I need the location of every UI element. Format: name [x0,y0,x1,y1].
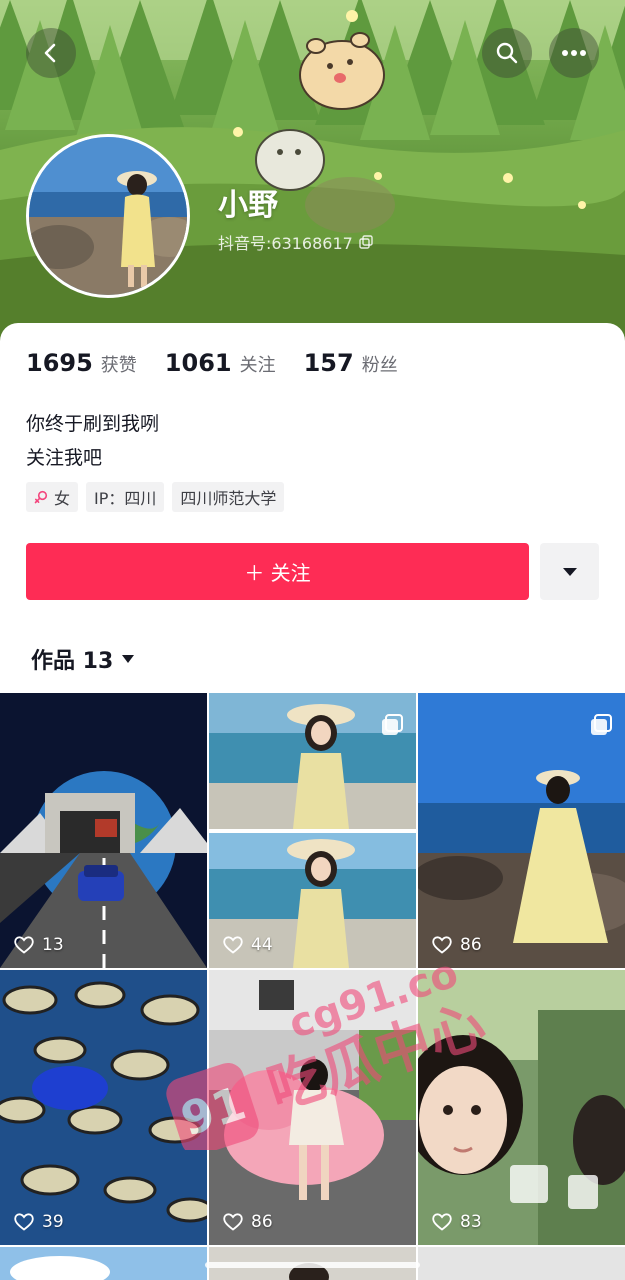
stat-likes-value: 1695 [26,349,93,377]
profile-banner: 小野 抖音号:63168617 [0,0,625,345]
like-count-value: 44 [251,935,273,955]
avatar[interactable] [26,134,190,298]
video-tile[interactable]: 13 [0,693,207,968]
female-icon [34,490,48,504]
bio-line-2: 关注我吧 [26,447,103,469]
video-tile[interactable]: 86 [418,693,625,968]
heart-outline-icon [223,936,243,954]
home-indicator [205,1262,420,1268]
copy-icon[interactable] [359,235,373,249]
like-count-value: 39 [42,1212,64,1232]
like-count: 13 [14,935,64,955]
ip-tag-label: IP：四川 [94,489,157,508]
follow-button[interactable]: ＋ 关注 [26,543,529,600]
heart-outline-icon [14,1213,34,1231]
stats-row: 1695 获赞 1061 关注 157 粉丝 [26,349,426,377]
multi-image-icon [382,714,403,735]
video-thumbnail [0,970,207,1245]
video-tile[interactable] [418,1247,625,1280]
back-button[interactable] [26,28,76,78]
stat-likes-label: 获赞 [100,355,137,376]
video-tile[interactable]: 39 [0,970,207,1245]
heart-outline-icon [432,1213,452,1231]
video-thumbnail [0,693,207,968]
ip-tag: IP：四川 [86,482,165,512]
multi-image-icon [591,714,612,735]
more-dots-icon [562,50,586,56]
chevron-left-icon [44,43,56,63]
stat-followers[interactable]: 157 粉丝 [304,349,398,377]
gender-tag: 女 [26,482,79,512]
bio: 你终于刷到我咧 关注我吧 [26,407,159,475]
like-count: 39 [14,1212,64,1232]
douyin-id-text: 抖音号:63168617 [218,234,353,253]
heart-outline-icon [432,936,452,954]
video-tile[interactable]: 44 [209,693,416,968]
video-thumbnail [209,970,416,1245]
profile-card: 1695 获赞 1061 关注 157 粉丝 你终于刷到我咧 关注我吧 女 IP… [0,323,625,1280]
stat-followers-value: 157 [303,349,354,377]
like-count: 83 [432,1212,482,1232]
like-count-value: 13 [42,935,64,955]
nickname: 小野 [218,188,278,223]
like-count: 44 [223,935,273,955]
video-thumbnail [418,970,625,1245]
tab-works-label: 作品 13 [31,649,114,674]
like-count-value: 83 [460,1212,482,1232]
video-thumbnail [0,1247,207,1280]
caret-down-icon [122,655,135,663]
more-button[interactable] [549,28,599,78]
bio-line-1: 你终于刷到我咧 [26,413,160,435]
douyin-id[interactable]: 抖音号:63168617 [218,230,373,254]
search-button[interactable] [482,28,532,78]
avatar-photo [29,137,187,295]
search-icon [496,42,518,64]
video-tile[interactable]: 83 [418,970,625,1245]
stat-following-value: 1061 [164,349,232,377]
recommend-dropdown-button[interactable] [540,543,599,600]
tab-works[interactable]: 作品 13 [31,643,135,675]
school-tag[interactable]: 四川师范大学 [172,482,285,512]
stat-followers-label: 粉丝 [361,355,398,376]
gender-tag-label: 女 [54,489,71,508]
stat-following-label: 关注 [239,355,276,376]
caret-down-icon [562,567,577,576]
stat-likes: 1695 获赞 [26,349,137,377]
like-count-value: 86 [251,1212,273,1232]
video-thumbnail [418,1247,625,1280]
video-tile[interactable]: 86 [209,970,416,1245]
video-tile[interactable] [0,1247,207,1280]
follow-button-label: ＋ 关注 [244,561,311,585]
like-count: 86 [432,935,482,955]
like-count-value: 86 [460,935,482,955]
profile-tags: 女 IP：四川 四川师范大学 [26,482,285,512]
heart-outline-icon [14,936,34,954]
like-count: 86 [223,1212,273,1232]
stat-following[interactable]: 1061 关注 [165,349,276,377]
heart-outline-icon [223,1213,243,1231]
school-tag-label: 四川师范大学 [180,489,277,508]
